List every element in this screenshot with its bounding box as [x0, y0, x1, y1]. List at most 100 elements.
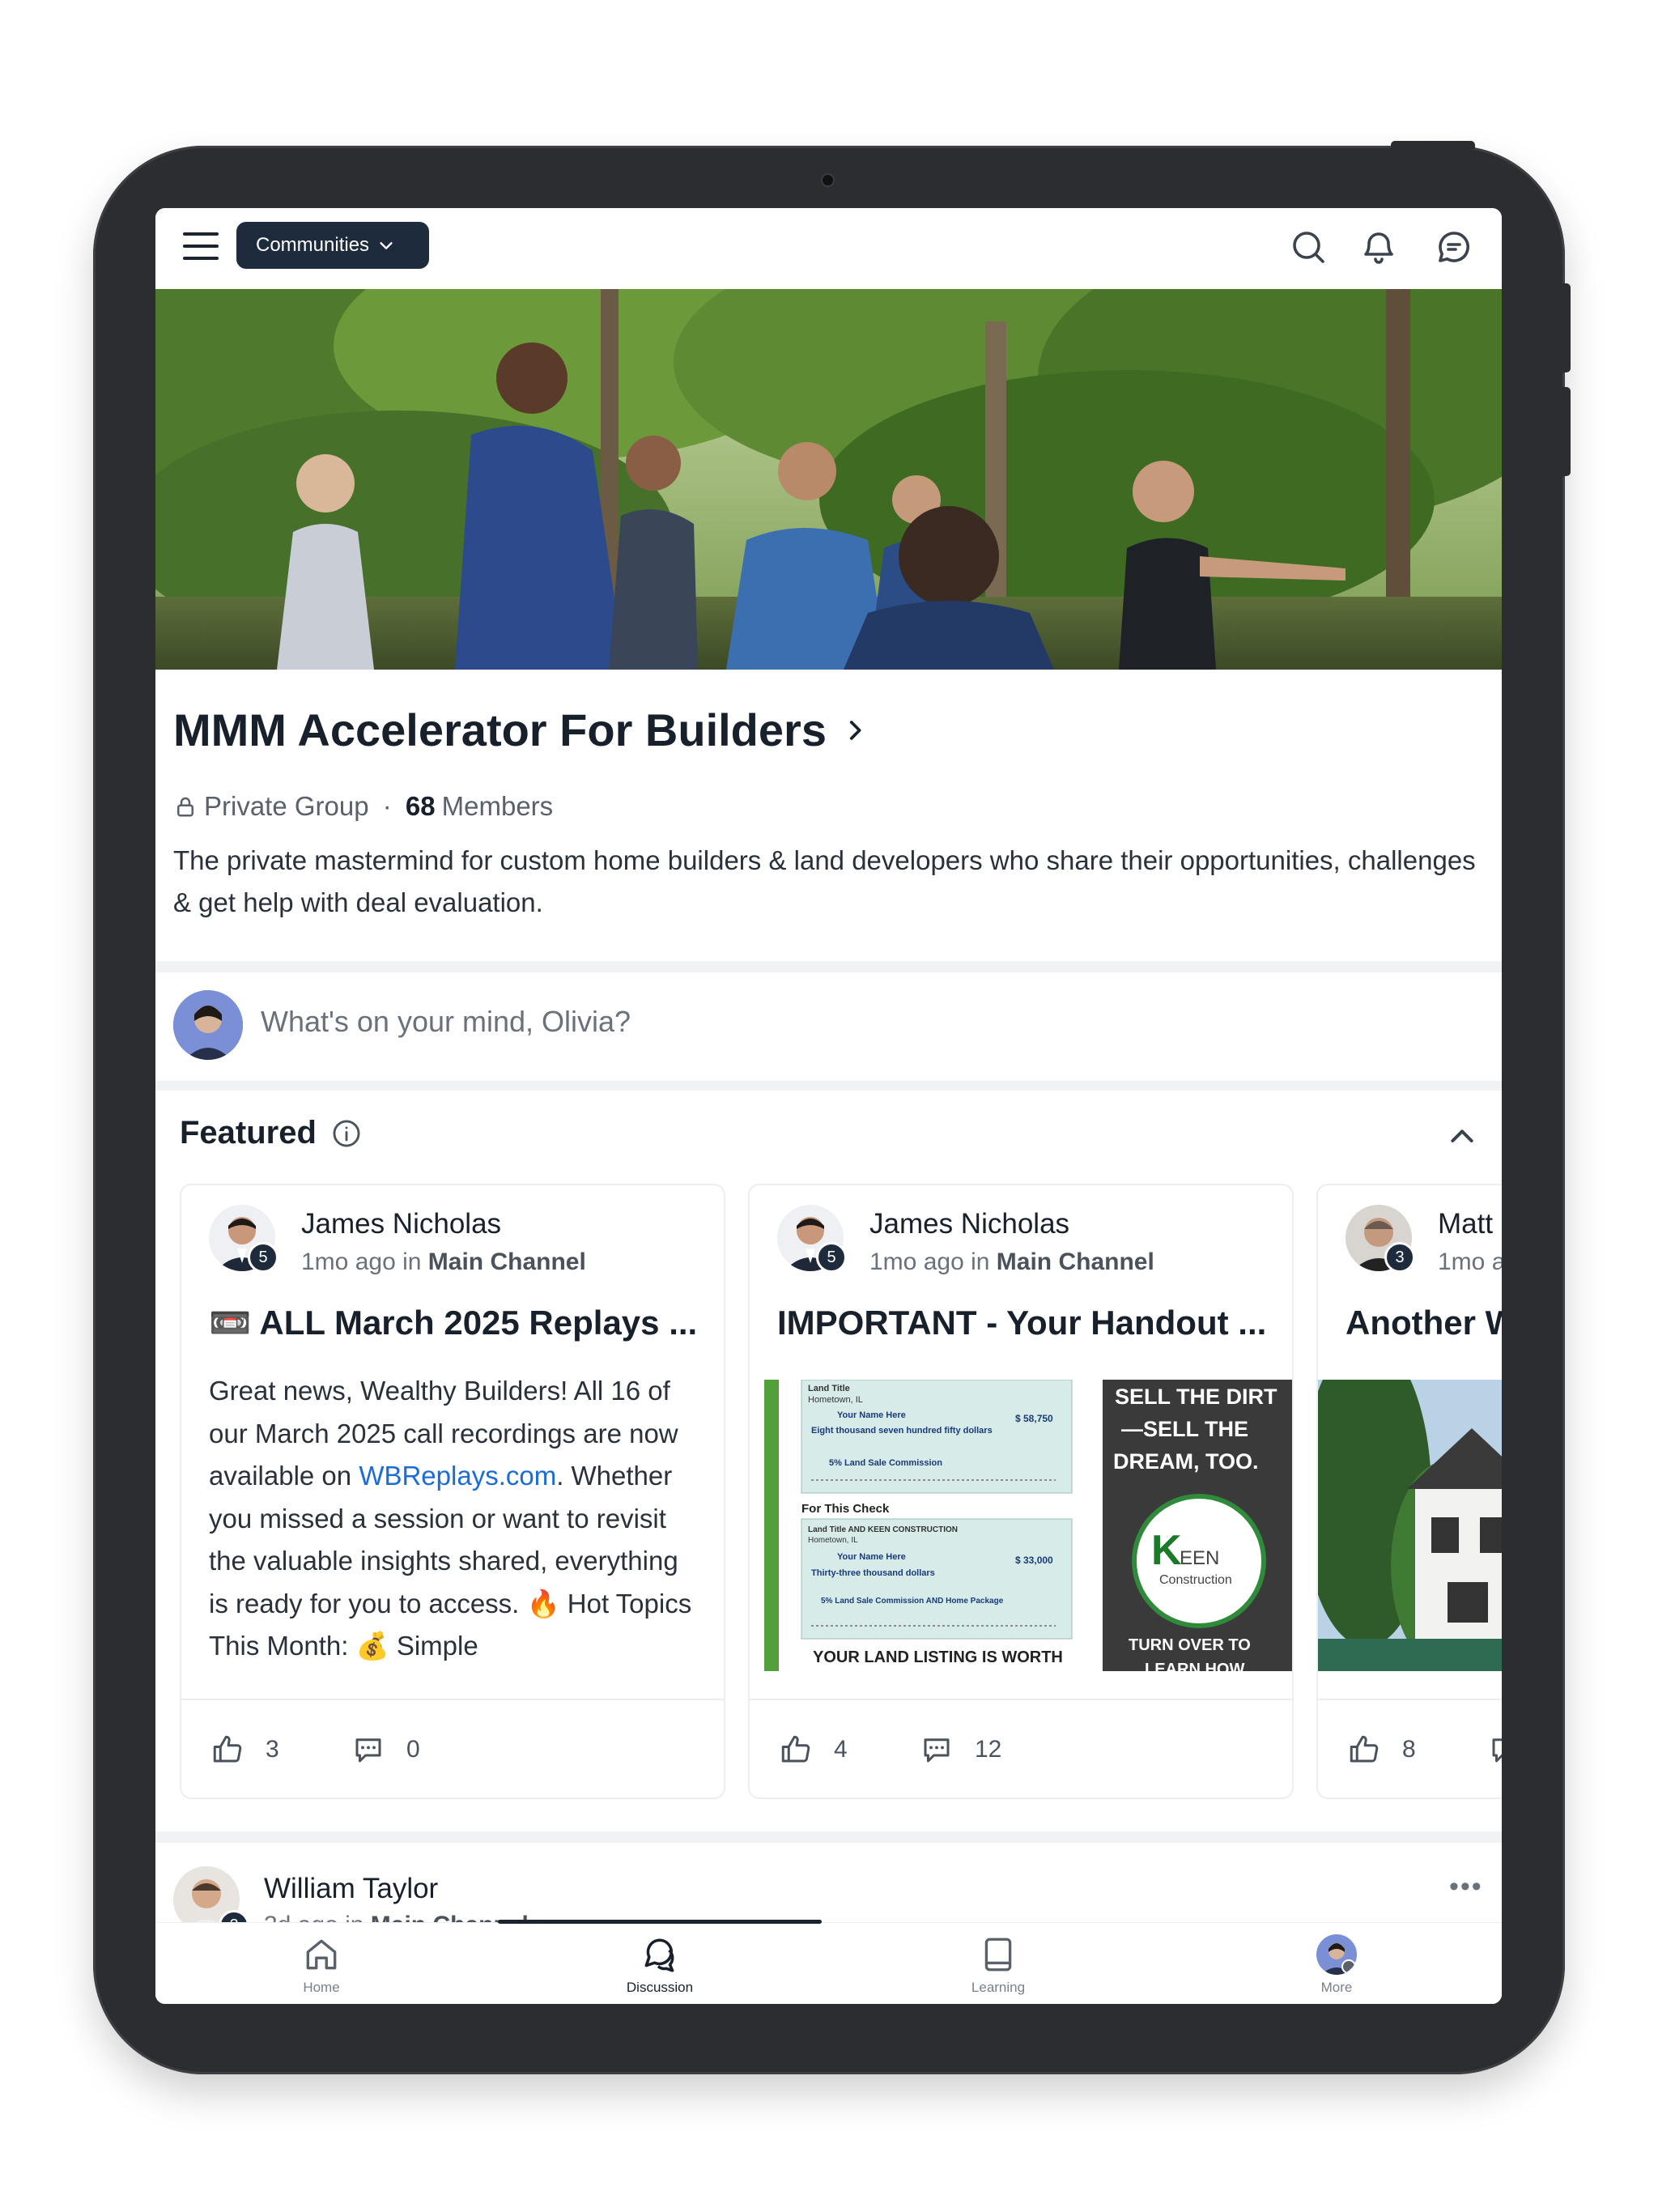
post-image[interactable]: Land Title Hometown, IL Your Name Here $… [764, 1380, 1292, 1671]
check-footer: YOUR LAND LISTING IS WORTH [813, 1648, 1063, 1666]
keen-logo-sub: Construction [1159, 1573, 1232, 1587]
group-description: The private mastermind for custom home b… [173, 845, 1476, 917]
section-divider [155, 1081, 1502, 1091]
like-count: 4 [834, 1736, 848, 1763]
check-words: Eight thousand seven hundred fifty dolla… [811, 1426, 993, 1436]
like-count: 8 [1402, 1736, 1416, 1763]
post-title[interactable]: Another W [1346, 1304, 1502, 1342]
like-count: 3 [266, 1736, 279, 1763]
check-issuer: Land Title AND KEEN CONSTRUCTION [808, 1525, 958, 1534]
home-indicator [498, 1920, 822, 1924]
tablet-power-button [1391, 141, 1475, 149]
post-time: 1mo ago in [869, 1249, 997, 1275]
promo-footer: LEARN HOW [1145, 1661, 1244, 1671]
composer-placeholder[interactable]: What's on your mind, Olivia? [261, 1005, 631, 1039]
discussion-icon [644, 1938, 674, 1972]
like-button[interactable]: 4 [779, 1733, 848, 1767]
chat-icon[interactable] [1435, 228, 1473, 266]
post-actions: 3 0 [181, 1699, 724, 1797]
post-meta: 1mo ago [1438, 1249, 1502, 1276]
channel-name[interactable]: Main Channel [997, 1249, 1154, 1275]
communities-label: Communities [256, 234, 370, 256]
post-time: 1mo ago in [301, 1249, 428, 1275]
comment-button[interactable] [1488, 1733, 1502, 1767]
post-link[interactable]: WBReplays.com [359, 1461, 556, 1491]
check-label: For This Check [801, 1502, 890, 1516]
author-avatar[interactable]: 3 [1346, 1205, 1415, 1273]
nav-label: Learning [971, 1980, 1026, 1995]
group-title[interactable]: MMM Accelerator For Builders [173, 704, 869, 756]
author-avatar[interactable]: 5 [777, 1205, 847, 1273]
level-badge: 5 [248, 1242, 278, 1273]
promo-headline: SELL THE DIRT [1115, 1385, 1278, 1409]
member-count[interactable]: 68 [406, 791, 436, 822]
author-name[interactable]: Matt [1438, 1208, 1493, 1240]
thumbs-up-icon [781, 1735, 810, 1763]
promo-footer: TURN OVER TO [1129, 1636, 1251, 1654]
post-title[interactable]: IMPORTANT - Your Handout ... [777, 1304, 1266, 1342]
post-actions: 4 12 [750, 1699, 1292, 1797]
bell-icon[interactable] [1359, 228, 1398, 266]
level-badge: 5 [816, 1242, 847, 1273]
comment-button[interactable]: 12 [920, 1733, 1001, 1767]
nav-more[interactable]: More [1288, 1934, 1385, 1996]
post-body: Great news, Wealthy Builders! All 16 of … [209, 1370, 704, 1668]
tablet-volume-up [1562, 283, 1571, 372]
comment-button[interactable]: 0 [351, 1733, 420, 1767]
comment-icon [355, 1738, 381, 1763]
author-name[interactable]: James Nicholas [301, 1208, 501, 1240]
keen-logo: K [1151, 1527, 1182, 1574]
communities-dropdown[interactable]: Communities [236, 222, 429, 269]
comment-count: 12 [975, 1736, 1002, 1763]
nav-discussion[interactable]: Discussion [611, 1934, 708, 1996]
author-name[interactable]: William Taylor [264, 1873, 438, 1905]
group-title-text: MMM Accelerator For Builders [173, 704, 827, 755]
lock-icon [177, 797, 193, 817]
members-label[interactable]: Members [442, 791, 554, 822]
nav-label: More [1320, 1980, 1353, 1995]
author-name[interactable]: James Nicholas [869, 1208, 1069, 1240]
privacy-label: Private Group [204, 791, 369, 821]
group-meta: Private Group · 68 Members [173, 791, 553, 822]
chevron-right-icon [849, 720, 861, 740]
post-composer[interactable]: What's on your mind, Olivia? [155, 969, 1502, 1074]
chevron-up-icon[interactable] [1446, 1121, 1478, 1153]
keen-logo: EEN [1180, 1547, 1219, 1569]
top-bar: Communities [155, 208, 1502, 289]
promo-headline: —SELL THE [1121, 1417, 1248, 1441]
post-image[interactable] [1318, 1380, 1502, 1671]
post-meta: 1mo ago in Main Channel [301, 1249, 586, 1276]
like-button[interactable]: 8 [1347, 1733, 1416, 1767]
post-title[interactable]: 📼 ALL March 2025 Replays ... [209, 1304, 697, 1343]
level-badge: 3 [1384, 1242, 1415, 1273]
check-amount: $ 33,000 [1015, 1555, 1053, 1566]
channel-name[interactable]: Main Channel [428, 1249, 586, 1275]
app-screen: Communities MMM Accelerator For Builders… [155, 208, 1502, 2004]
comment-icon [924, 1738, 950, 1763]
menu-icon[interactable] [183, 232, 219, 260]
featured-heading: Featured [180, 1115, 362, 1151]
nav-label: Discussion [626, 1980, 694, 1995]
more-options-icon[interactable]: ••• [1449, 1871, 1483, 1903]
like-button[interactable]: 3 [210, 1733, 279, 1767]
featured-card[interactable]: 3 Matt 1mo ago Another W 8 [1316, 1184, 1502, 1799]
featured-label: Featured [180, 1115, 317, 1151]
avatar [173, 990, 243, 1060]
check-issuer: Land Title [808, 1384, 850, 1393]
check-memo: 5% Land Sale Commission [829, 1458, 942, 1468]
featured-card[interactable]: 5 James Nicholas 1mo ago in Main Channel… [748, 1184, 1294, 1799]
thumbs-up-icon [213, 1735, 242, 1763]
home-icon [306, 1939, 337, 1970]
comment-icon [1492, 1738, 1502, 1763]
featured-card[interactable]: 5 James Nicholas 1mo ago in Main Channel… [180, 1184, 725, 1799]
thumbs-up-icon [1350, 1735, 1379, 1763]
section-divider [155, 1831, 1502, 1843]
nav-home[interactable]: Home [273, 1934, 370, 1996]
info-icon[interactable] [331, 1118, 362, 1149]
post-time: 1mo ago [1438, 1249, 1502, 1275]
search-icon[interactable] [1289, 228, 1328, 266]
nav-learning[interactable]: Learning [950, 1934, 1047, 1996]
author-avatar[interactable]: 5 [209, 1205, 278, 1273]
post-actions: 8 [1318, 1699, 1502, 1797]
chevron-down-icon [380, 242, 393, 249]
